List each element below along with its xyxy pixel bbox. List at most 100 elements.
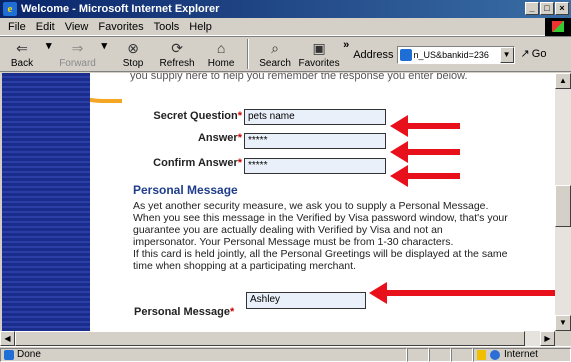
vertical-scroll-thumb[interactable]: [555, 185, 571, 227]
menu-file[interactable]: File: [8, 21, 26, 33]
page-done-icon: [4, 349, 14, 360]
paragraph-line: time when shopping at a participating me…: [133, 260, 356, 272]
favorites-label: Favorites: [298, 58, 340, 69]
back-label: Back: [10, 58, 34, 69]
menu-tools[interactable]: Tools: [154, 21, 180, 33]
secret-question-label-text: Secret Question: [153, 110, 238, 122]
address-value: n_US&bankid=236: [413, 50, 489, 60]
maximize-button[interactable]: □: [540, 2, 554, 15]
horizontal-scrollbar[interactable]: ◀ ▶: [0, 331, 555, 346]
stop-label: Stop: [122, 58, 144, 69]
vertical-scrollbar[interactable]: ▲ ▼: [555, 73, 571, 331]
search-label: Search: [259, 58, 291, 69]
windows-flag-icon: [552, 21, 564, 32]
refresh-label: Refresh: [159, 58, 195, 69]
home-icon: ⌂: [216, 40, 226, 56]
paragraph-line: guarantee you are actually dealing with …: [133, 224, 443, 236]
scroll-right-icon[interactable]: ▶: [540, 331, 555, 346]
page-content: you supply here to help you remember the…: [90, 73, 555, 331]
close-button[interactable]: ×: [555, 2, 569, 15]
red-arrow-annotation: [390, 165, 460, 187]
window-title: Welcome - Microsoft Internet Explorer: [21, 3, 220, 15]
favorites-icon: ▣: [312, 39, 326, 56]
go-arrow-icon: ↗: [520, 48, 530, 60]
paragraph-line: As yet another security measure, we ask …: [133, 200, 489, 212]
refresh-icon: ⟳: [171, 39, 183, 56]
zone-label: Internet: [504, 349, 538, 360]
home-label: Home: [207, 58, 235, 69]
scroll-left-icon[interactable]: ◀: [0, 331, 15, 346]
toolbar-more-chevron[interactable]: »: [343, 39, 349, 51]
required-mark: *: [237, 110, 242, 122]
address-label: Address: [353, 49, 394, 61]
address-dropdown-icon[interactable]: ▼: [499, 47, 514, 63]
home-button[interactable]: ⌂ Home: [199, 37, 243, 71]
paragraph-line: When you see this message in the Verifie…: [133, 212, 508, 224]
security-zone-panel: Internet: [473, 347, 571, 362]
confirm-answer-input[interactable]: *****: [244, 158, 386, 174]
red-arrow-annotation: [390, 141, 460, 163]
red-arrow-annotation: [390, 115, 460, 137]
status-bar: Done Internet: [0, 346, 571, 362]
toolbar-separator: [247, 39, 250, 69]
personal-message-heading: Personal Message: [133, 183, 238, 197]
answer-label-text: Answer: [197, 132, 238, 144]
search-icon: ⌕: [271, 39, 279, 56]
left-sidebar-decoration: [2, 73, 90, 331]
personal-message-description: As yet another security measure, we ask …: [133, 200, 551, 272]
lock-icon: [477, 349, 486, 360]
search-button[interactable]: ⌕ Search: [253, 37, 297, 71]
refresh-button[interactable]: ⟳ Refresh: [155, 37, 199, 71]
minimize-button[interactable]: _: [525, 2, 539, 15]
internet-globe-icon: [490, 349, 500, 360]
menu-help[interactable]: Help: [189, 21, 212, 33]
menu-bar: File Edit View Favorites Tools Help: [0, 18, 571, 36]
answer-label: Answer*: [134, 132, 242, 144]
menu-edit[interactable]: Edit: [36, 21, 55, 33]
confirm-answer-label: Confirm Answer*: [134, 157, 242, 169]
back-arrow-icon: ⇐: [16, 39, 28, 56]
go-label: Go: [531, 47, 547, 60]
personal-message-label-text: Personal Message: [134, 306, 230, 318]
forward-arrow-icon: ⇒: [71, 39, 84, 56]
orange-curve-decoration: [90, 73, 122, 103]
status-panel: [429, 347, 451, 362]
horizontal-scroll-thumb[interactable]: [15, 331, 525, 346]
personal-message-input[interactable]: Ashley: [246, 292, 366, 309]
back-button[interactable]: ⇐ Back: [0, 37, 44, 71]
ie-logo-icon: e: [3, 2, 17, 16]
scroll-up-icon[interactable]: ▲: [555, 73, 571, 89]
address-bar-input[interactable]: n_US&bankid=236 ▼: [396, 46, 515, 64]
answer-input[interactable]: *****: [244, 133, 386, 149]
go-button[interactable]: ↗ Go: [520, 47, 547, 61]
status-text: Done: [17, 349, 41, 360]
scrollbar-corner: [555, 331, 571, 346]
paragraph-line: If this card is held jointly, all the Pe…: [133, 248, 508, 260]
page-icon: [399, 49, 412, 61]
personal-message-label: Personal Message*: [134, 306, 246, 318]
toolbar: ⇐ Back ▾ ⇒ Forward ▾ ⊗ Stop ⟳ Refresh ⌂ …: [0, 36, 571, 72]
required-mark: *: [237, 132, 242, 144]
scroll-down-icon[interactable]: ▼: [555, 315, 571, 331]
title-bar: e Welcome - Microsoft Internet Explorer …: [0, 0, 571, 18]
stop-icon: ⊗: [127, 39, 139, 56]
status-panel: [451, 347, 473, 362]
status-main-panel: Done: [0, 347, 407, 362]
top-instruction-text: you supply here to help you remember the…: [130, 73, 468, 82]
required-mark: *: [237, 157, 242, 169]
secret-question-input[interactable]: pets name: [244, 109, 386, 125]
confirm-answer-label-text: Confirm Answer: [153, 157, 238, 169]
forward-label: Forward: [59, 58, 96, 69]
secret-question-label: Secret Question*: [134, 110, 242, 122]
menu-favorites[interactable]: Favorites: [98, 21, 143, 33]
stop-button[interactable]: ⊗ Stop: [111, 37, 155, 71]
paragraph-line: impersonator. Your Personal Message must…: [133, 236, 454, 248]
favorites-button[interactable]: ▣ Favorites: [297, 37, 341, 71]
forward-dropdown-icon[interactable]: ▾: [102, 39, 108, 52]
back-dropdown-icon[interactable]: ▾: [46, 39, 52, 52]
forward-button[interactable]: ⇒ Forward: [56, 37, 100, 71]
windows-logo-throbber: [545, 18, 571, 36]
menu-view[interactable]: View: [65, 21, 89, 33]
status-panel: [407, 347, 429, 362]
red-arrow-annotation: [369, 282, 555, 304]
